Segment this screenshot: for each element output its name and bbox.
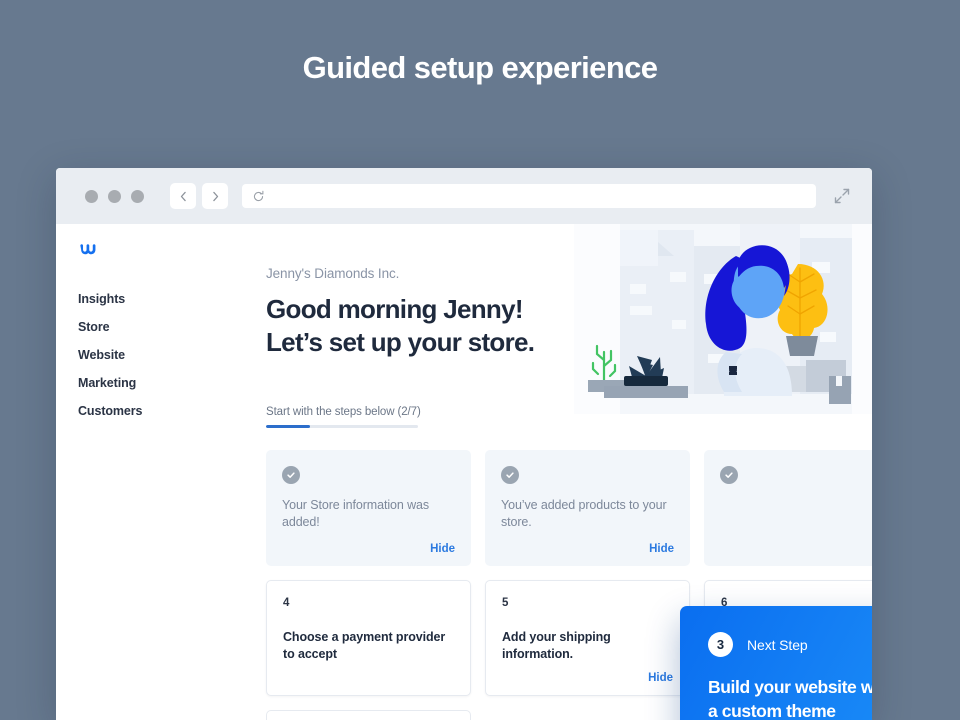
setup-card-partial-next-row[interactable] <box>266 709 471 720</box>
check-icon <box>282 465 300 484</box>
progress-bar-fill <box>266 424 311 428</box>
browser-toolbar <box>56 168 872 224</box>
chevron-right-icon <box>212 191 218 201</box>
sidebar-item-store[interactable]: Store <box>56 313 208 341</box>
setup-card-store-info[interactable]: Your Store information was added! Hide <box>266 449 471 566</box>
next-step-title: Build your website with a custom theme <box>708 675 872 720</box>
setup-card-payment-provider[interactable]: 4 Choose a payment provider to accept <box>266 579 471 696</box>
setup-card-products[interactable]: You’ve added products to your store. Hid… <box>485 449 690 566</box>
setup-card-website-theme[interactable] <box>704 449 872 566</box>
window-minimize-dot[interactable] <box>108 189 121 203</box>
browser-nav-buttons <box>170 183 228 209</box>
forward-button[interactable] <box>202 183 228 209</box>
progress-bar <box>266 424 418 428</box>
sidebar: Insights Store Website Marketing Custome… <box>56 224 208 720</box>
greeting-line-1: Good morning Jenny! <box>266 294 524 324</box>
next-step-title-line-2: a custom theme <box>708 701 836 720</box>
expand-icon[interactable] <box>832 186 852 206</box>
setup-card-text: You’ve added products to your store. <box>501 497 667 530</box>
setup-card-number: 5 <box>502 596 509 609</box>
page-heading: Good morning Jenny! Let’s set up your st… <box>266 293 872 360</box>
window-controls <box>85 189 144 203</box>
page-title: Guided setup experience <box>302 50 658 85</box>
hide-link[interactable]: Hide <box>649 543 674 555</box>
next-step-callout[interactable]: 3 Next Step Build your website with a cu… <box>680 606 872 720</box>
next-step-title-line-1: Build your website with <box>708 677 872 697</box>
next-step-number-badge: 3 <box>708 632 733 657</box>
chevron-left-icon <box>180 191 186 201</box>
address-bar[interactable] <box>242 184 816 208</box>
sidebar-item-website[interactable]: Website <box>56 341 208 369</box>
window-maximize-dot[interactable] <box>131 189 144 203</box>
reload-icon[interactable] <box>252 190 265 203</box>
check-icon <box>720 465 738 484</box>
greeting-line-2: Let’s set up your store. <box>266 327 535 358</box>
browser-window: Insights Store Website Marketing Custome… <box>56 168 872 720</box>
weebly-logo-icon[interactable] <box>78 238 100 260</box>
sidebar-item-insights[interactable]: Insights <box>56 285 208 313</box>
hide-link[interactable]: Hide <box>648 672 673 684</box>
setup-card-number: 4 <box>283 596 290 609</box>
setup-card-text: Your Store information was added! <box>282 497 430 530</box>
store-name: Jenny's Diamonds Inc. <box>266 266 400 281</box>
check-icon <box>501 465 519 484</box>
setup-card-text: Add your shipping information. <box>502 629 611 662</box>
steps-progress-label: Start with the steps below (2/7) <box>266 405 421 418</box>
next-step-header: 3 Next Step <box>708 632 872 657</box>
hide-link[interactable]: Hide <box>430 543 455 555</box>
sidebar-item-customers[interactable]: Customers <box>56 397 208 425</box>
setup-card-text: Choose a payment provider to accept <box>283 629 446 662</box>
window-close-dot[interactable] <box>85 189 98 203</box>
back-button[interactable] <box>170 183 196 209</box>
next-step-label: Next Step <box>747 636 808 653</box>
setup-card-shipping[interactable]: 5 Add your shipping information. Hide <box>485 579 690 696</box>
sidebar-item-marketing[interactable]: Marketing <box>56 369 208 397</box>
